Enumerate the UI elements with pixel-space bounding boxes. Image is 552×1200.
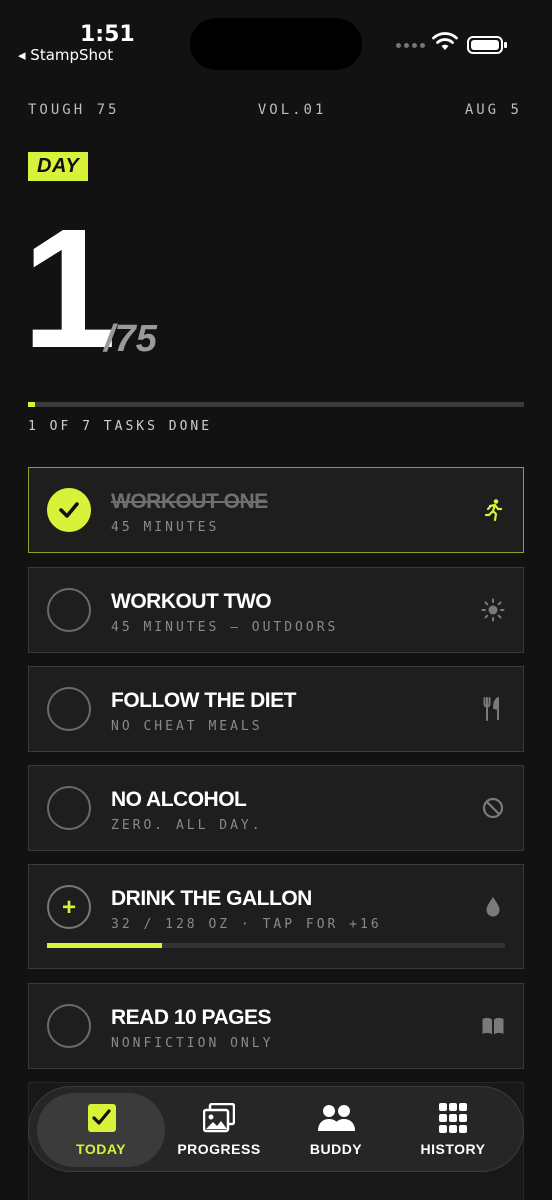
add-water-button[interactable]: + (47, 885, 91, 929)
tab-buddy[interactable]: BUDDY (274, 1093, 398, 1167)
task-card-workout-one[interactable]: WORKOUT ONE 45 MINUTES (28, 467, 524, 553)
running-icon (484, 499, 503, 522)
sun-icon (481, 598, 505, 622)
book-icon (482, 1017, 504, 1035)
grid-icon (439, 1103, 467, 1133)
back-to-app-link[interactable]: ◂ StampShot (18, 46, 113, 64)
water-progress-fill (47, 943, 162, 948)
task-card-workout-two[interactable]: WORKOUT TWO 45 MINUTES — OUTDOORS (28, 567, 524, 653)
volume-label: VOL.01 (257, 102, 327, 118)
task-title: DRINK THE GALLON (111, 887, 312, 910)
task-subtitle: NO CHEAT MEALS (111, 719, 263, 734)
people-icon (318, 1105, 355, 1131)
status-time: 1:51 (80, 22, 135, 47)
photos-icon (203, 1103, 235, 1133)
bottom-tab-bar: TODAY PROGRESS BUDDY HISTORY (28, 1086, 524, 1172)
fork-knife-icon (483, 697, 499, 721)
tab-progress[interactable]: PROGRESS (157, 1093, 281, 1167)
task-card-drink-the-gallon[interactable]: + DRINK THE GALLON 32 / 128 OZ · TAP FOR… (28, 864, 524, 969)
task-subtitle: ZERO. ALL DAY. (111, 818, 263, 833)
task-subtitle: 45 MINUTES — OUTDOORS (111, 620, 339, 635)
plus-icon: + (61, 894, 76, 921)
water-progress-bar (47, 943, 505, 948)
cellular-signal-icon (396, 43, 425, 48)
water-drop-icon (486, 897, 500, 917)
dynamic-island (190, 18, 362, 70)
wifi-icon (432, 32, 458, 50)
day-number: 1 (22, 194, 117, 384)
task-card-no-alcohol[interactable]: NO ALCOHOL ZERO. ALL DAY. (28, 765, 524, 851)
task-title: WORKOUT TWO (111, 590, 272, 613)
status-bar: 1:51 ◂ StampShot (0, 0, 552, 80)
task-title: READ 10 PAGES (111, 1006, 272, 1029)
task-checkbox[interactable] (47, 1004, 91, 1048)
task-checkbox[interactable] (47, 588, 91, 632)
tasks-done-count: 1 OF 7 TASKS DONE (28, 419, 213, 434)
checkmark-icon (59, 502, 79, 518)
header-meta: TOUGH 75 VOL.01 AUG 5 (28, 102, 522, 118)
task-checkbox[interactable] (47, 488, 91, 532)
tab-history[interactable]: HISTORY (391, 1093, 515, 1167)
battery-icon (467, 36, 507, 54)
task-subtitle: 45 MINUTES (111, 520, 220, 535)
task-card-read-10-pages[interactable]: READ 10 PAGES NONFICTION ONLY (28, 983, 524, 1069)
task-subtitle: 32 / 128 OZ · TAP FOR +16 (111, 917, 382, 932)
checkbox-icon (88, 1104, 116, 1132)
task-checkbox[interactable] (47, 786, 91, 830)
tab-label: HISTORY (420, 1141, 486, 1157)
day-badge: DAY (28, 152, 89, 181)
task-title: WORKOUT ONE (111, 490, 268, 513)
task-card-follow-the-diet[interactable]: FOLLOW THE DIET NO CHEAT MEALS (28, 666, 524, 752)
program-name: TOUGH 75 (28, 102, 120, 118)
task-subtitle: NONFICTION ONLY (111, 1036, 274, 1051)
task-title: NO ALCOHOL (111, 788, 247, 811)
task-title: FOLLOW THE DIET (111, 689, 296, 712)
day-progress-bar (28, 402, 524, 407)
date-label: AUG 5 (464, 102, 522, 118)
tab-label: TODAY (76, 1141, 126, 1157)
day-total: /75 (104, 318, 157, 360)
tab-label: BUDDY (309, 1141, 363, 1157)
day-progress-fill (28, 402, 35, 407)
tab-label: PROGRESS (177, 1141, 261, 1157)
task-checkbox[interactable] (47, 687, 91, 731)
prohibited-icon (482, 797, 504, 819)
tab-today[interactable]: TODAY (37, 1093, 165, 1167)
